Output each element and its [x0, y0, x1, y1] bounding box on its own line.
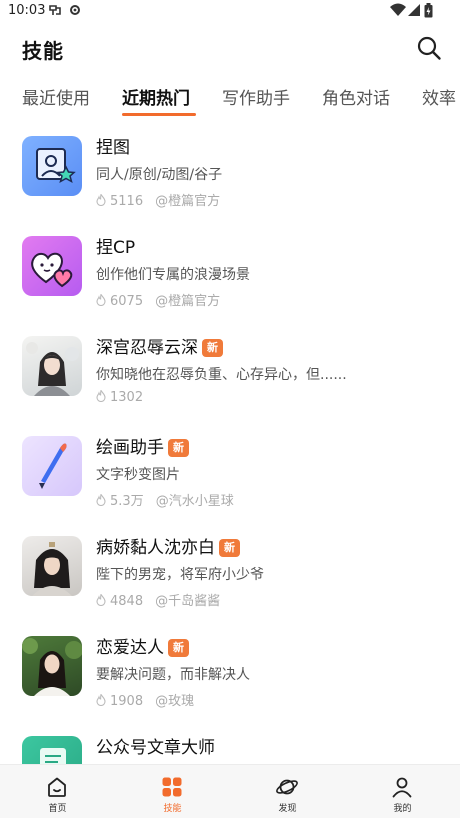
search-icon[interactable] [416, 35, 442, 61]
nav-discover[interactable]: 发现 [230, 765, 345, 818]
category-tabs: 最近使用 近期热门 写作助手 角色对话 效率 [0, 80, 460, 120]
active-tab-indicator [122, 113, 196, 116]
skill-description: 要解决问题，而非解决人 [96, 667, 250, 683]
status-time: 10:03 [8, 3, 46, 18]
status-bar: 10:03 [0, 0, 460, 24]
character-portrait [22, 536, 82, 596]
skill-description: 陛下的男宠，将军府小少爷 [96, 567, 264, 583]
skill-meta: 1302 [96, 390, 143, 405]
flame-icon [96, 694, 106, 706]
new-badge: 新 [219, 539, 240, 557]
flame-icon [96, 294, 106, 306]
person-icon [392, 777, 412, 798]
notification-icon [49, 5, 61, 15]
tab-efficiency[interactable]: 效率 [422, 84, 456, 109]
tab-role-chat[interactable]: 角色对话 [322, 84, 390, 109]
skill-description: 你知晓他在忍辱负重、心存异心，但...... [96, 367, 347, 383]
new-badge: 新 [168, 439, 189, 457]
skill-meta: 1908 @玫瑰 [96, 690, 194, 709]
heat-count: 6075 [110, 294, 144, 309]
tab-recent[interactable]: 最近使用 [22, 84, 90, 109]
list-item[interactable]: 捏图 同人/原创/动图/谷子 5116 @橙篇官方 [0, 124, 460, 224]
skill-name: 公众号文章大师 [96, 738, 215, 758]
heat-count: 1908 [110, 694, 144, 709]
tab-writing-assistant[interactable]: 写作助手 [222, 84, 290, 109]
skill-meta: 5116 @橙篇官方 [96, 190, 220, 209]
list-item[interactable]: 病娇黏人沈亦白新 陛下的男宠，将军府小少爷 4848 @千岛酱酱 [0, 524, 460, 624]
character-portrait [22, 336, 82, 396]
skill-meta: 5.3万 @汽水小星球 [96, 490, 234, 509]
skill-name: 恋爱达人新 [96, 633, 189, 658]
author-name[interactable]: @千岛酱酱 [155, 594, 220, 609]
new-badge: 新 [168, 639, 189, 657]
settings-icon [70, 5, 80, 15]
nav-label: 我的 [393, 804, 412, 814]
nav-skills[interactable]: 技能 [115, 765, 230, 818]
flame-icon [96, 390, 106, 402]
skill-meta: 4848 @千岛酱酱 [96, 590, 220, 609]
new-badge: 新 [202, 339, 223, 357]
planet-icon [276, 779, 298, 795]
battery-icon [424, 3, 433, 18]
skill-description: 创作他们专属的浪漫场景 [96, 267, 250, 283]
skill-name: 深宫忍辱云深新 [96, 333, 223, 358]
header: 技能 [0, 24, 460, 70]
nav-label: 首页 [48, 804, 67, 814]
flame-icon [96, 594, 106, 606]
bottom-nav: 首页 技能 发现 我的 [0, 764, 460, 818]
nav-home[interactable]: 首页 [0, 765, 115, 818]
grid-icon [162, 777, 182, 797]
wifi-icon [390, 3, 406, 16]
skill-name: 病娇黏人沈亦白新 [96, 533, 240, 558]
list-item[interactable]: 捏CP 创作他们专属的浪漫场景 6075 @橙篇官方 [0, 224, 460, 324]
flame-icon [96, 494, 106, 506]
heat-count: 5.3万 [110, 494, 144, 509]
list-item[interactable]: 深宫忍辱云深新 你知晓他在忍辱负重、心存异心，但...... 1302 [0, 324, 460, 424]
list-item[interactable]: 绘画助手新 文字秒变图片 5.3万 @汽水小星球 [0, 424, 460, 524]
skill-description: 文字秒变图片 [96, 467, 180, 483]
skill-name: 绘画助手新 [96, 433, 189, 458]
nav-label: 技能 [163, 804, 182, 814]
skill-meta: 6075 @橙篇官方 [96, 290, 220, 309]
author-name[interactable]: @玫瑰 [155, 694, 194, 709]
paint-brush-icon [22, 436, 82, 496]
tab-trending[interactable]: 近期热门 [122, 84, 190, 109]
skill-name: 捏图 [96, 138, 130, 158]
heat-count: 4848 [110, 594, 144, 609]
author-name[interactable]: @汽水小星球 [156, 494, 234, 509]
page-title: 技能 [22, 39, 64, 63]
list-item[interactable]: 恋爱达人新 要解决问题，而非解决人 1908 @玫瑰 [0, 624, 460, 724]
photo-edit-icon [22, 136, 82, 196]
hearts-icon [22, 236, 82, 296]
skill-name: 捏CP [96, 238, 136, 258]
heat-count: 1302 [110, 390, 144, 405]
home-icon [48, 777, 66, 797]
flame-icon [96, 194, 106, 206]
heat-count: 5116 [110, 194, 144, 209]
author-name[interactable]: @橙篇官方 [155, 294, 220, 309]
skill-description: 同人/原创/动图/谷子 [96, 167, 223, 183]
character-portrait [22, 636, 82, 696]
signal-icon [408, 4, 420, 16]
nav-label: 发现 [278, 804, 297, 814]
nav-profile[interactable]: 我的 [345, 765, 460, 818]
author-name[interactable]: @橙篇官方 [155, 194, 220, 209]
